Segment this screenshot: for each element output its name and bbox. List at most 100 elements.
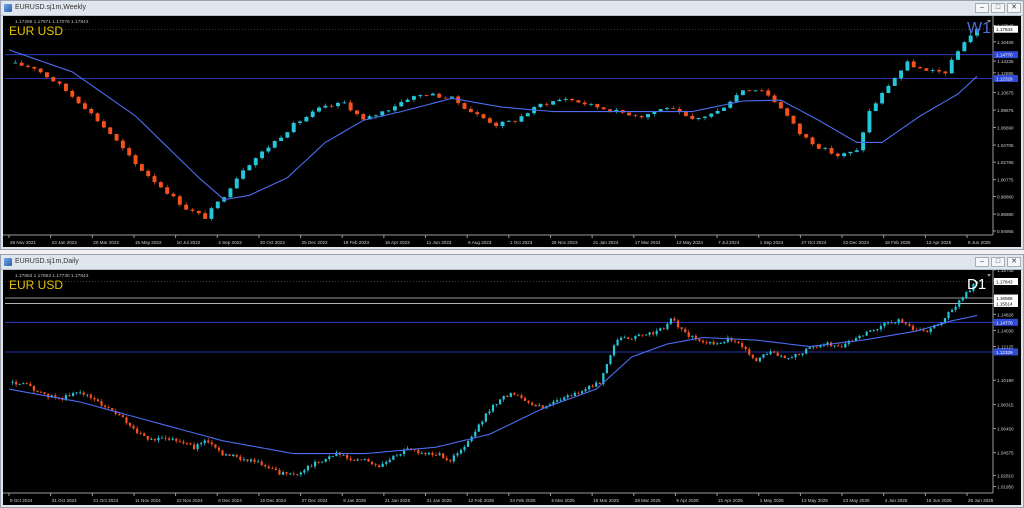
daily-candlestick-chart[interactable]: 1.187451.178431.165661.156141.148261.147… — [3, 270, 1021, 505]
daily-window-title: EURUSD.sj1m,Daily — [15, 258, 79, 265]
minimize-button[interactable]: – — [975, 3, 989, 13]
candle-body — [899, 70, 904, 79]
candle-body — [785, 108, 790, 116]
candle-body — [563, 397, 566, 400]
level-price-label: 1.12329 — [996, 77, 1013, 82]
candle-body — [228, 188, 233, 198]
daily-chart-window[interactable]: EURUSD.sj1m,Daily – □ ✕ 1.18745 1.17843 1.… — [0, 254, 1024, 508]
weekly-titlebar[interactable]: EURUSD.sj1m,Weekly – □ ✕ — [1, 1, 1023, 16]
candle-body — [152, 176, 157, 183]
daily-chart-area[interactable]: 1.187451.178431.165661.156141.148261.147… — [3, 270, 1021, 505]
candle-body — [249, 459, 253, 462]
candle-body — [101, 121, 106, 128]
date-tick-label: 28 Nov 2021 — [10, 240, 36, 245]
candle-body — [715, 110, 720, 114]
candle-body — [468, 108, 473, 113]
candle-body — [516, 394, 520, 396]
candle-body — [829, 148, 834, 154]
date-tick-label: 16 Feb 2025 — [885, 240, 911, 245]
candle-body — [310, 111, 315, 117]
candle-body — [76, 96, 81, 104]
candle-body — [949, 59, 954, 74]
candle-body — [744, 346, 747, 350]
date-tick-label: 26 Jun 2025 — [968, 498, 994, 503]
timeframe-label: D1 — [967, 276, 986, 293]
date-tick-label: 8 Jun 2025 — [968, 240, 991, 245]
close-button[interactable]: ✕ — [1007, 257, 1021, 267]
candle-body — [324, 459, 327, 462]
candle-body — [107, 407, 110, 408]
candle-body — [310, 465, 313, 467]
candle-body — [905, 61, 910, 71]
weekly-candlestick-chart[interactable]: 1.178431.164051.142251.128951.106751.086… — [3, 16, 1021, 247]
candle-body — [733, 340, 737, 342]
candle-body — [38, 68, 43, 73]
candle-body — [566, 395, 569, 398]
candle-body — [609, 355, 612, 364]
daily-titlebar[interactable]: EURUSD.sj1m,Daily – □ ✕ — [1, 255, 1023, 270]
timeframe-label: W1 — [967, 20, 991, 37]
candle-body — [118, 413, 121, 416]
candle-body — [153, 438, 157, 441]
candle-body — [740, 90, 745, 96]
candle-body — [854, 150, 859, 152]
candle-body — [442, 453, 445, 459]
minimize-button[interactable]: – — [975, 257, 989, 267]
candle-body — [734, 95, 739, 102]
candle-body — [929, 328, 932, 333]
candle-body — [911, 61, 916, 68]
candle-body — [367, 458, 370, 462]
candle-body — [228, 454, 231, 456]
price-tick-label: 1.10190 — [997, 378, 1014, 383]
candle-body — [633, 115, 638, 117]
candle-body — [576, 100, 581, 103]
maximize-button[interactable]: □ — [991, 3, 1005, 13]
candle-body — [363, 458, 366, 460]
price-tick-label: 1.08675 — [997, 108, 1014, 113]
candle-body — [203, 440, 206, 444]
candle-body — [278, 469, 281, 475]
candle-body — [431, 452, 434, 455]
candle-body — [281, 472, 285, 475]
candle-body — [808, 347, 811, 349]
candle-body — [797, 354, 801, 355]
candle-body — [488, 411, 491, 414]
candle-body — [96, 399, 100, 402]
candle-body — [317, 107, 321, 112]
date-tick-label: 21 Jan 2024 — [593, 240, 619, 245]
candle-body — [217, 447, 221, 451]
close-button[interactable]: ✕ — [1007, 3, 1021, 13]
weekly-chart-window[interactable]: EURUSD.sj1m,Weekly – □ ✕ 1.17843 1.16405 1… — [0, 0, 1024, 250]
maximize-button[interactable]: □ — [991, 257, 1005, 267]
candle-body — [475, 112, 480, 115]
candle-body — [331, 456, 334, 457]
candle-body — [701, 340, 705, 343]
candle-body — [634, 335, 637, 340]
price-tick-label: 0.94955 — [997, 229, 1014, 234]
date-tick-label: 1 Sep 2024 — [760, 240, 784, 245]
candle-body — [438, 453, 441, 456]
candle-body — [721, 107, 726, 111]
candle-body — [559, 399, 562, 401]
candle-body — [848, 151, 853, 154]
candle-body — [758, 357, 762, 362]
candle-body — [783, 355, 786, 359]
candle-body — [70, 90, 75, 97]
price-tick-label: 1.14225 — [997, 59, 1014, 64]
candle-body — [641, 334, 644, 336]
candle-body — [150, 438, 153, 440]
candle-body — [842, 153, 847, 157]
candle-body — [570, 98, 575, 101]
weekly-chart-area[interactable]: 1.178431.164051.142251.128951.106751.086… — [3, 16, 1021, 247]
candle-body — [723, 341, 726, 344]
candle-body — [737, 341, 740, 343]
candle-body — [182, 441, 185, 444]
candle-body — [765, 354, 769, 355]
date-tick-label: 22 Dec 2024 — [843, 240, 869, 245]
candle-body — [139, 433, 142, 434]
candle-body — [128, 422, 132, 426]
candle-body — [922, 329, 925, 331]
candle-body — [584, 389, 587, 392]
candle-body — [487, 118, 492, 123]
price-tick-label: 1.16405 — [997, 40, 1014, 45]
